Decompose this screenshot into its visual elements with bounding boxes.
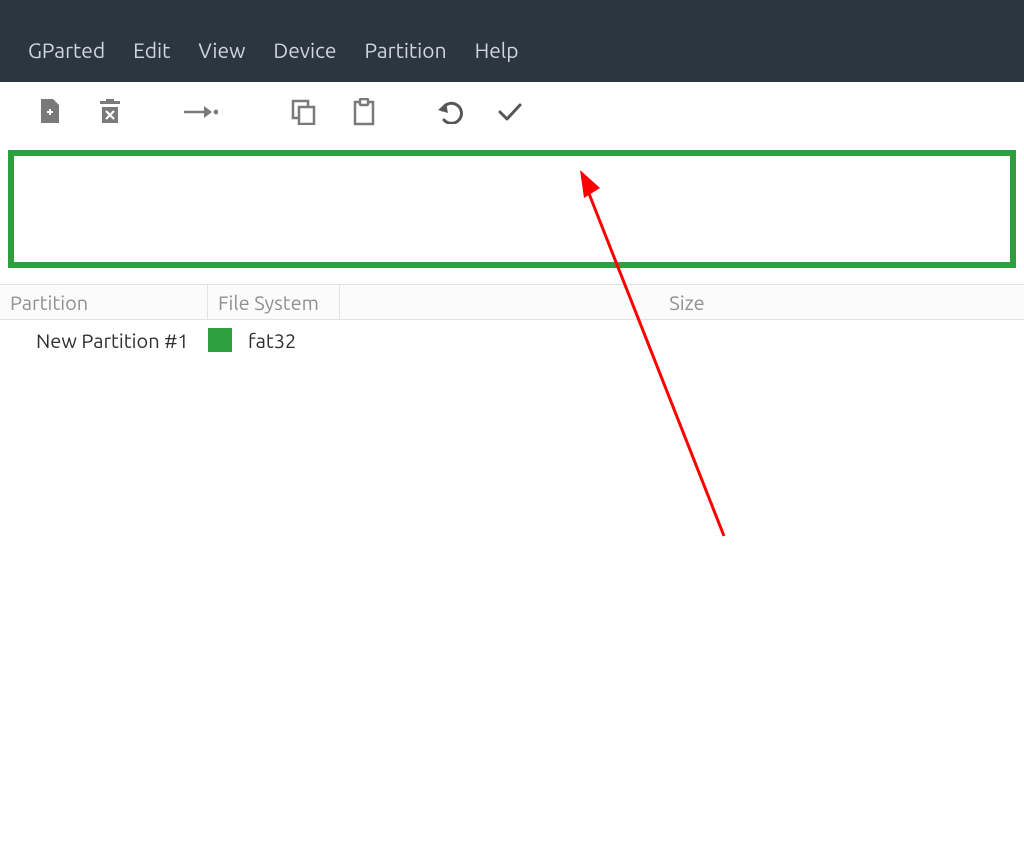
delete-button[interactable] [80,90,140,134]
menu-device[interactable]: Device [259,28,350,72]
undo-button[interactable] [420,90,480,134]
column-header-size[interactable]: Size [340,285,1024,319]
paste-button[interactable] [334,90,394,134]
paste-icon [352,98,376,126]
menu-gparted[interactable]: GParted [14,28,119,72]
filesystem-color-swatch [208,328,232,352]
cell-partition-name: New Partition #1 [36,329,208,352]
menubar: GParted Edit View Device Partition Help [0,0,1024,82]
menu-partition[interactable]: Partition [350,28,460,72]
column-header-filesystem[interactable]: File System [208,285,340,319]
menu-view[interactable]: View [184,28,259,72]
new-partition-icon [39,99,61,125]
resize-move-button[interactable] [170,90,230,134]
partition-table-header: Partition File System Size [0,284,1024,320]
new-partition-button[interactable] [20,90,80,134]
cell-filesystem-name: fat32 [248,329,296,352]
apply-button[interactable] [480,90,540,134]
menu-help[interactable]: Help [461,28,533,72]
delete-icon [98,99,122,125]
column-header-partition[interactable]: Partition [0,285,208,319]
resize-move-icon [182,102,218,122]
copy-icon [291,99,317,125]
copy-button[interactable] [274,90,334,134]
undo-icon [436,100,464,124]
apply-icon [497,102,523,122]
toolbar [0,82,1024,142]
menu-edit[interactable]: Edit [119,28,184,72]
partition-visual-bar[interactable] [8,150,1016,268]
table-row[interactable]: New Partition #1 fat32 [0,320,1024,360]
